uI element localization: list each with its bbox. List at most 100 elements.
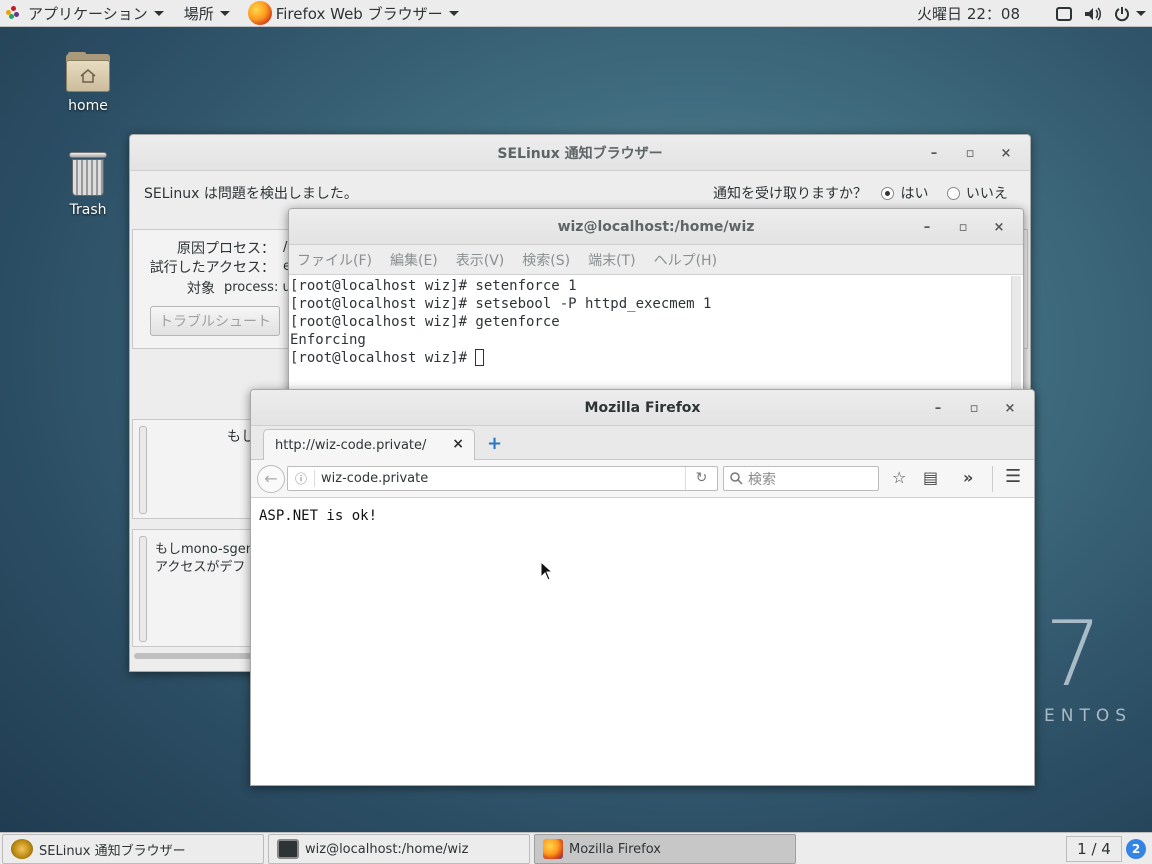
- volume-icon[interactable]: [1078, 0, 1108, 27]
- selinux-titlebar[interactable]: SELinux 通知ブラウザー – ▫ ×: [130, 135, 1030, 171]
- home-desktop-icon[interactable]: home: [48, 52, 128, 114]
- cause-label: 原因プロセス：: [177, 241, 275, 257]
- home-label: home: [68, 98, 108, 114]
- system-menu[interactable]: [1108, 0, 1152, 27]
- display-icon[interactable]: [1050, 0, 1078, 27]
- back-arrow-icon[interactable]: ←: [257, 465, 285, 493]
- applications-label: アプリケーション: [28, 4, 148, 23]
- detected-message: SELinux は問題を検出しました。: [144, 186, 358, 202]
- trash-desktop-icon[interactable]: Trash: [48, 152, 128, 218]
- url-bar[interactable]: ⓘ wiz-code.private ↻: [287, 466, 718, 491]
- close-icon[interactable]: ×: [992, 401, 1028, 416]
- url-text: wiz-code.private: [321, 471, 429, 486]
- notify-question-row: 通知を受け取りますか？ はい いいえ: [713, 183, 1008, 203]
- firefox-title: Mozilla Firefox: [584, 399, 701, 416]
- radio-no-label: いいえ: [965, 186, 1008, 202]
- top-bar: アプリケーション 場所 Firefox Web ブラウザー 火曜日 22：08: [0, 0, 1152, 27]
- task-selinux[interactable]: SELinux 通知ブラウザー: [2, 834, 264, 864]
- terminal-output[interactable]: [root@localhost wiz]# setenforce 1 [root@…: [290, 276, 1009, 397]
- terminal-line: [root@localhost wiz]# setenforce 1: [290, 278, 577, 294]
- chevron-down-icon: [219, 10, 230, 16]
- selinux-title: SELinux 通知ブラウザー: [497, 145, 663, 162]
- minimize-icon[interactable]: –: [916, 146, 952, 161]
- terminal-line: [root@localhost wiz]# getenforce: [290, 314, 560, 330]
- maximize-icon[interactable]: ▫: [952, 146, 988, 161]
- terminal-scrollbar[interactable]: [1011, 276, 1021, 397]
- new-tab-icon[interactable]: +: [487, 433, 502, 454]
- task-terminal[interactable]: wiz@localhost:/home/wiz: [268, 834, 530, 864]
- page-content[interactable]: ASP.NET is ok!: [251, 499, 1034, 785]
- info-icon[interactable]: ⓘ: [288, 470, 314, 487]
- chevron-down-icon: [1136, 11, 1146, 16]
- taskbar: SELinux 通知ブラウザー wiz@localhost:/home/wiz …: [0, 832, 1152, 864]
- folder-icon: [66, 52, 110, 92]
- close-icon[interactable]: ×: [981, 220, 1017, 235]
- chevron-down-icon: [153, 10, 164, 16]
- radio-yes-indicator: [881, 187, 895, 200]
- text-cursor: [475, 349, 485, 366]
- notify-question: 通知を受け取りますか？: [713, 186, 867, 202]
- radio-yes[interactable]: はい: [881, 186, 928, 202]
- access-label: 試行したアクセス：: [149, 260, 275, 276]
- radio-yes-label: はい: [900, 186, 929, 202]
- menu-terminal[interactable]: 端末(T): [588, 250, 635, 270]
- target-value: process: u: [224, 280, 291, 295]
- troubleshoot-button[interactable]: トラブルシュート: [150, 306, 280, 336]
- workspace-indicator[interactable]: 1 / 4: [1066, 836, 1122, 862]
- menu-file[interactable]: ファイル(F): [297, 250, 372, 270]
- menu-edit[interactable]: 編集(E): [390, 250, 438, 270]
- search-placeholder: 検索: [748, 471, 776, 488]
- menu-view[interactable]: 表示(V): [456, 250, 505, 270]
- menu-help[interactable]: ヘルプ(H): [654, 250, 717, 270]
- tab-strip: http://wiz-code.private/ × +: [251, 426, 1034, 460]
- page-text: ASP.NET is ok!: [259, 508, 378, 524]
- centos-watermark-word: ENTOS: [1044, 706, 1133, 726]
- firefox-window: Mozilla Firefox – ▫ × http://wiz-code.pr…: [250, 389, 1035, 786]
- applications-menu[interactable]: アプリケーション: [0, 0, 170, 27]
- terminal-prompt-line: [root@localhost wiz]#: [290, 349, 1009, 367]
- terminal-line: [root@localhost wiz]# setsebool -P httpd…: [290, 296, 712, 312]
- minimize-icon[interactable]: –: [909, 220, 945, 235]
- browser-tab[interactable]: http://wiz-code.private/ ×: [263, 429, 475, 460]
- search-input[interactable]: 検索: [723, 466, 879, 491]
- card-1-expander[interactable]: [139, 426, 147, 514]
- firefox-icon: [543, 839, 563, 859]
- terminal-titlebar[interactable]: wiz@localhost:/home/wiz – ▫ ×: [289, 209, 1023, 245]
- card-2-line-2: アクセスがデフ: [155, 560, 246, 575]
- firefox-icon: [247, 1, 272, 25]
- trash-icon: [69, 152, 107, 196]
- reading-list-icon[interactable]: ▤: [923, 468, 938, 487]
- close-icon[interactable]: ×: [988, 146, 1024, 161]
- firefox-titlebar[interactable]: Mozilla Firefox – ▫ ×: [251, 390, 1034, 426]
- maximize-icon[interactable]: ▫: [945, 220, 981, 235]
- power-icon: [1115, 6, 1129, 21]
- overflow-icon[interactable]: »: [963, 468, 973, 487]
- target-label: 対象: [187, 281, 215, 297]
- reload-icon[interactable]: ↻: [685, 467, 717, 490]
- hamburger-menu-icon[interactable]: ☰: [1005, 466, 1021, 487]
- card-2-expander[interactable]: [139, 536, 147, 642]
- centos-watermark-digit: 7: [1044, 602, 1102, 707]
- chevron-down-icon: [448, 10, 459, 16]
- active-app-menu[interactable]: Firefox Web ブラウザー: [242, 0, 465, 27]
- task-selinux-label: SELinux 通知ブラウザー: [39, 843, 186, 859]
- mouse-pointer-icon: [540, 561, 554, 581]
- bookmark-star-icon[interactable]: ☆: [892, 468, 906, 487]
- trash-label: Trash: [69, 202, 107, 218]
- terminal-prompt: [root@localhost wiz]#: [290, 350, 476, 366]
- clock[interactable]: 火曜日 22：08: [911, 0, 1026, 27]
- close-tab-icon[interactable]: ×: [452, 436, 464, 452]
- card-2-line-1: もしmono-sgen: [155, 542, 255, 557]
- radio-no-indicator: [946, 187, 960, 200]
- terminal-line: Enforcing: [290, 332, 366, 348]
- maximize-icon[interactable]: ▫: [956, 401, 992, 416]
- active-app-label: Firefox Web ブラウザー: [275, 4, 443, 23]
- minimize-icon[interactable]: –: [920, 401, 956, 416]
- notification-count-badge[interactable]: 2: [1126, 839, 1146, 859]
- places-menu[interactable]: 場所: [178, 0, 236, 27]
- navigation-toolbar: ← ⓘ wiz-code.private ↻ 検索 ☆ ▤ » ☰: [251, 460, 1034, 498]
- radio-no[interactable]: いいえ: [946, 186, 1008, 202]
- tab-title: http://wiz-code.private/: [275, 437, 427, 453]
- menu-search[interactable]: 検索(S): [522, 250, 570, 270]
- task-firefox[interactable]: Mozilla Firefox: [534, 834, 796, 864]
